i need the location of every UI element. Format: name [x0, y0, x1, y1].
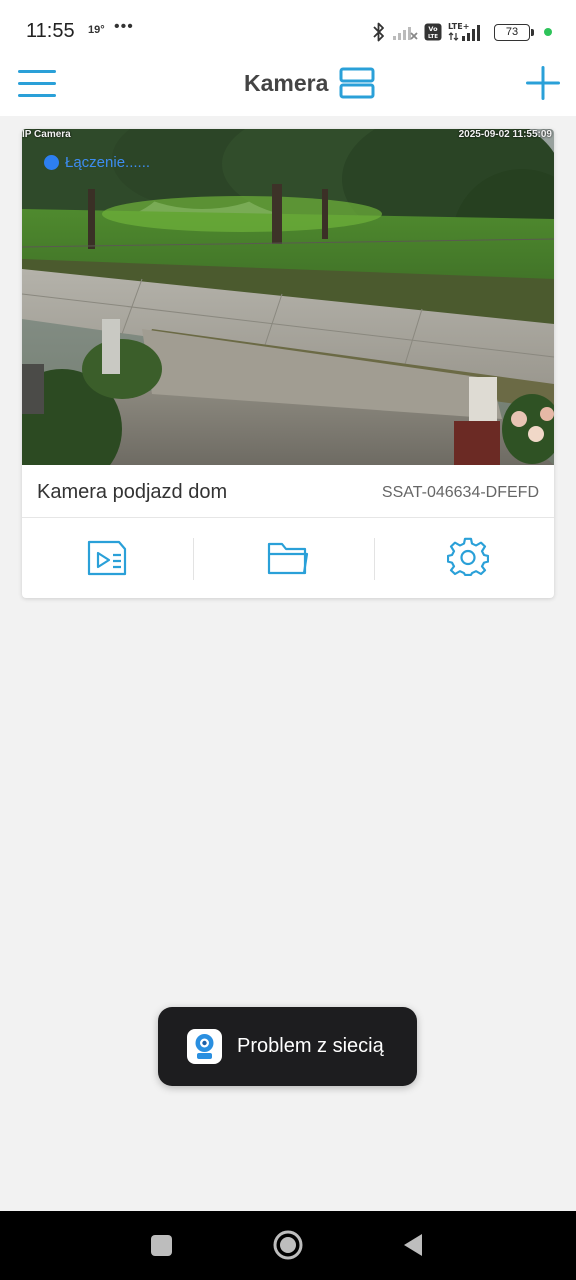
- svg-text:LTE: LTE: [428, 34, 438, 40]
- status-more-notifications: •••: [114, 18, 134, 35]
- camera-card: IP Camera 2025-09-02 11:55:09 Łączenie..…: [22, 129, 554, 598]
- battery-level: 73: [505, 26, 519, 38]
- camera-name: Kamera podjazd dom: [37, 481, 228, 503]
- app-header: Kamera: [0, 62, 576, 116]
- osd-timestamp: 2025-09-02 11:55:09: [458, 129, 552, 140]
- settings-gear-icon: [447, 537, 489, 576]
- volte-icon: Vo LTE: [424, 23, 442, 41]
- status-bar: 11:55 19° ••• Vo LTE LTE+ 73: [0, 0, 576, 62]
- lte-signal-icon: LTE+: [448, 22, 480, 41]
- home-circle-icon: [273, 1230, 303, 1260]
- network-type-label: LTE+: [448, 22, 469, 31]
- settings-button[interactable]: [382, 518, 554, 598]
- network-error-toast: Problem z siecią: [158, 1007, 417, 1086]
- camera-info: Kamera podjazd dom SSAT-046634-DFEFD: [22, 465, 554, 518]
- back-triangle-icon: [404, 1234, 422, 1256]
- page-title: Kamera: [244, 70, 329, 96]
- camera-actions: [22, 518, 554, 598]
- layout-toggle-button[interactable]: [338, 66, 376, 100]
- status-temperature: 19°: [88, 24, 105, 36]
- app-icon: [187, 1029, 222, 1064]
- list-layout-icon: [339, 67, 375, 99]
- playback-icon: [87, 540, 127, 576]
- playback-button[interactable]: [22, 518, 194, 598]
- back-button[interactable]: [402, 1233, 424, 1257]
- action-divider: [193, 538, 194, 580]
- camera-preview[interactable]: IP Camera 2025-09-02 11:55:09 Łączenie..…: [22, 129, 554, 465]
- system-nav-bar: [0, 1211, 576, 1280]
- battery-icon: 73: [494, 23, 534, 41]
- menu-button[interactable]: [16, 66, 58, 100]
- bluetooth-icon: [373, 22, 384, 42]
- plus-icon: [526, 66, 560, 100]
- camera-uid: SSAT-046634-DFEFD: [381, 484, 539, 501]
- files-button[interactable]: [202, 518, 374, 598]
- home-button[interactable]: [273, 1230, 303, 1260]
- add-camera-button[interactable]: [524, 64, 562, 102]
- camera-list-screen: 11:55 19° ••• Vo LTE LTE+ 73 Kamera IP C…: [0, 0, 576, 1280]
- privacy-indicator-dot: [544, 28, 552, 36]
- connecting-text: Łączenie......: [65, 154, 151, 171]
- recent-apps-button[interactable]: [151, 1235, 172, 1256]
- toast-message: Problem z siecią: [237, 1035, 384, 1057]
- connecting-indicator-icon: [44, 155, 59, 170]
- hamburger-menu-icon: [18, 70, 56, 97]
- osd-camera-label: IP Camera: [22, 129, 71, 140]
- no-signal-icon: [393, 27, 418, 40]
- camera-app-icon: [195, 1034, 214, 1059]
- folder-icon: [267, 542, 309, 575]
- camera-snapshot-image: [22, 129, 554, 465]
- status-icons: Vo LTE LTE+ 73: [372, 20, 552, 44]
- connection-status: Łączenie......: [44, 154, 150, 171]
- svg-text:Vo: Vo: [428, 25, 438, 33]
- action-divider: [374, 538, 375, 580]
- status-time: 11:55: [26, 20, 75, 42]
